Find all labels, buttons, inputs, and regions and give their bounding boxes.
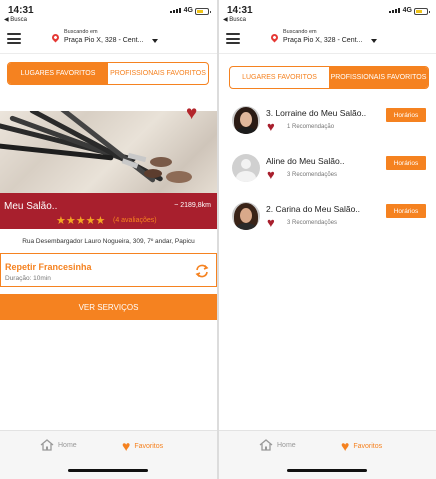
professional-name: 2. Carina do Meu Salão.. [266,204,361,214]
back-to-search-link[interactable]: ◀ Busca [223,16,246,23]
location-pin-icon [50,32,61,43]
repeat-service-card[interactable]: Repetir Francesinha Duração: 10min [0,253,217,287]
professionals-favorites-screen: 14:31 ◀ Busca 4G Buscando em Praça Pio X… [219,0,436,479]
list-item[interactable]: Aline do Meu Salão.. ♥ 3 Recomendações H… [219,146,436,194]
nav-favorites-label: Favoritos [134,442,164,450]
heart-icon: ♥ [122,438,131,454]
network-type: 4G [183,7,193,14]
nav-home-label: Home [58,441,77,449]
recommendation-count: 1 Recomendação [287,124,335,130]
home-icon [259,439,273,451]
nav-favorites-label: Favoritos [353,442,383,450]
avatar [232,202,260,230]
nav-home-label: Home [277,441,296,449]
screens-composite: 14:31 ◀ Busca 4G Buscando em Praça Pio X… [0,0,436,479]
star-rating-icon: ★★★★★ [56,215,106,227]
bottom-nav: Home ♥ Favoritos [219,430,436,479]
heart-icon: ♥ [341,438,350,454]
heart-icon[interactable]: ♥ [267,216,275,229]
home-icon [40,439,54,451]
nav-home[interactable]: Home [40,439,77,451]
bottom-nav: Home ♥ Favoritos [0,430,217,479]
heart-icon[interactable]: ♥ [267,168,275,181]
salon-photo[interactable] [0,111,217,193]
avatar [232,106,260,134]
battery-icon [195,8,211,15]
schedule-button[interactable]: Horários [386,108,426,122]
back-to-search-link[interactable]: ◀ Busca [4,16,27,23]
nav-home[interactable]: Home [259,439,296,451]
favorite-heart-icon[interactable]: ♥ [186,104,197,123]
tab-professionals[interactable]: PROFISSIONAIS FAVORITOS [329,67,428,88]
searching-label: Buscando em [64,29,98,35]
status-time: 14:31 [8,5,34,16]
searching-label: Buscando em [283,29,317,35]
app-header: Buscando em Praça Pio X, 328 - Cent... [219,24,436,54]
location-selector[interactable]: Praça Pio X, 328 - Cent... [283,37,362,44]
home-indicator[interactable] [68,469,148,472]
schedule-button[interactable]: Horários [386,156,426,170]
list-item[interactable]: 3. Lorraine do Meu Salão.. ♥ 1 Recomenda… [219,98,436,146]
salon-info-bar[interactable]: Meu Salão.. ~ 2189,8km ★★★★★ (4 avaliaçõ… [0,193,217,229]
chevron-down-icon[interactable] [371,39,377,43]
tab-places[interactable]: LUGARES FAVORITOS [230,67,329,88]
menu-icon[interactable] [226,33,240,44]
repeat-icon[interactable] [194,263,210,279]
list-item[interactable]: 2. Carina do Meu Salão.. ♥ 3 Recomendaçõ… [219,194,436,242]
tab-professionals[interactable]: PROFISSIONAIS FAVORITOS [108,63,208,84]
view-services-button[interactable]: VER SERVIÇOS [0,294,217,320]
salon-address: Rua Desembargador Lauro Nogueira, 309, 7… [22,238,195,245]
nav-favorites[interactable]: ♥ Favoritos [122,439,163,453]
battery-icon [414,8,430,15]
status-bar: 14:31 ◀ Busca 4G [0,0,217,24]
location-pin-icon [269,32,280,43]
recommendation-count: 3 Recomendações [287,172,338,178]
app-header: Buscando em Praça Pio X, 328 - Cent... [0,24,217,54]
nav-favorites[interactable]: ♥ Favoritos [341,439,382,453]
schedule-button[interactable]: Horários [386,204,426,218]
signal-icon [389,8,400,13]
heart-icon[interactable]: ♥ [267,120,275,133]
network-type: 4G [402,7,412,14]
status-time: 14:31 [227,5,253,16]
professional-name: 3. Lorraine do Meu Salão.. [266,108,367,118]
avatar [232,154,260,182]
tab-places[interactable]: LUGARES FAVORITOS [8,63,108,84]
places-favorites-screen: 14:31 ◀ Busca 4G Buscando em Praça Pio X… [0,0,217,479]
menu-icon[interactable] [7,33,21,44]
location-selector[interactable]: Praça Pio X, 328 - Cent... [64,37,143,44]
salon-distance: ~ 2189,8km [174,202,211,209]
home-indicator[interactable] [287,469,367,472]
favorites-tabs: LUGARES FAVORITOS PROFISSIONAIS FAVORITO… [7,62,209,85]
salon-name: Meu Salão.. [4,201,58,212]
recommendation-count: 3 Recomendações [287,220,338,226]
chevron-down-icon[interactable] [152,39,158,43]
ratings-count: (4 avaliações) [113,217,157,224]
service-duration: Duração: 10min [5,275,51,282]
favorites-tabs: LUGARES FAVORITOS PROFISSIONAIS FAVORITO… [229,66,429,89]
service-name: Repetir Francesinha [5,262,92,272]
signal-icon [170,8,181,13]
status-bar: 14:31 ◀ Busca 4G [219,0,436,24]
professional-name: Aline do Meu Salão.. [266,156,345,166]
